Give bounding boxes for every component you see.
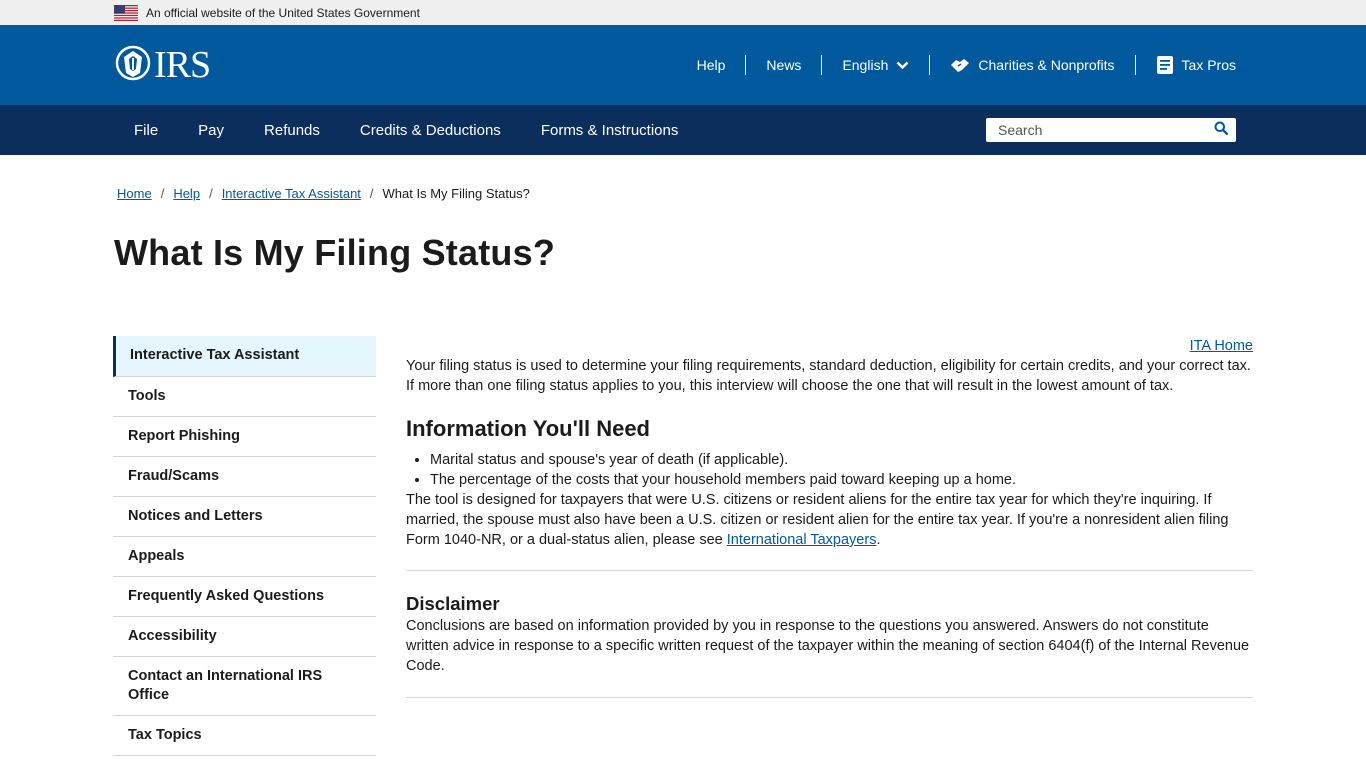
us-flag-icon	[114, 4, 138, 21]
international-taxpayers-link[interactable]: International Taxpayers	[727, 532, 877, 548]
search-input[interactable]	[998, 122, 1198, 138]
info-list: Marital status and spouse's year of deat…	[406, 450, 1253, 490]
list-item: Marital status and spouse's year of deat…	[430, 450, 1253, 470]
breadcrumb-home[interactable]: Home	[117, 186, 152, 201]
intro-paragraph: Your filing status is used to determine …	[406, 358, 1251, 394]
help-link[interactable]: Help	[677, 55, 746, 75]
divider	[406, 697, 1253, 698]
sidebar-nav: Interactive Tax Assistant Tools Report P…	[113, 336, 376, 756]
sidebar-item-tax-topics[interactable]: Tax Topics	[113, 716, 376, 756]
sidebar-item-appeals[interactable]: Appeals	[113, 537, 376, 577]
breadcrumb-current: What Is My Filing Status?	[382, 186, 530, 201]
chevron-down-icon	[896, 61, 909, 69]
tool-note-end: .	[876, 532, 881, 548]
disclaimer-heading: Disclaimer	[406, 593, 500, 614]
nav-credits-deductions[interactable]: Credits & Deductions	[340, 122, 521, 139]
breadcrumb-separator: /	[209, 186, 213, 201]
divider	[406, 570, 1253, 571]
nav-file[interactable]: File	[114, 122, 178, 139]
site-header: IRS Help News English Charities & Nonpro…	[0, 25, 1366, 105]
gov-banner: An official website of the United States…	[0, 0, 1366, 25]
sidebar-item-interactive-tax-assistant[interactable]: Interactive Tax Assistant	[113, 336, 376, 377]
breadcrumb-help[interactable]: Help	[173, 186, 200, 201]
disclaimer-text: Conclusions are based on information pro…	[406, 618, 1250, 674]
divider	[745, 55, 747, 75]
sidebar-item-contact-international[interactable]: Contact an International IRS Office	[113, 657, 376, 716]
utility-nav: Help News English Charities & Nonprofits…	[677, 55, 1236, 75]
ita-home-link[interactable]: ITA Home	[1190, 338, 1253, 354]
main-nav-items: File Pay Refunds Credits & Deductions Fo…	[114, 122, 698, 139]
charities-link[interactable]: Charities & Nonprofits	[930, 55, 1134, 75]
breadcrumb-separator: /	[369, 186, 374, 201]
document-icon	[1156, 56, 1173, 74]
info-heading: Information You'll Need	[406, 416, 650, 441]
irs-eagle-icon	[114, 45, 152, 86]
sidebar-item-faq[interactable]: Frequently Asked Questions	[113, 577, 376, 617]
language-label: English	[842, 57, 889, 73]
search-icon[interactable]	[1214, 121, 1228, 140]
irs-logo[interactable]: IRS	[114, 43, 211, 87]
main-content: ITA Home Your filing status is used to d…	[406, 336, 1253, 698]
language-selector[interactable]: English	[822, 55, 929, 75]
gov-banner-text: An official website of the United States…	[146, 5, 420, 20]
handshake-icon	[951, 59, 970, 72]
divider	[821, 55, 823, 75]
search-box	[986, 118, 1236, 142]
nav-pay[interactable]: Pay	[178, 122, 244, 139]
main-nav: File Pay Refunds Credits & Deductions Fo…	[0, 105, 1366, 155]
nav-refunds[interactable]: Refunds	[244, 122, 340, 139]
sidebar-item-accessibility[interactable]: Accessibility	[113, 617, 376, 657]
tax-pros-link[interactable]: Tax Pros	[1136, 55, 1236, 75]
logo-text: IRS	[154, 44, 211, 86]
news-link[interactable]: News	[746, 55, 821, 75]
nav-forms-instructions[interactable]: Forms & Instructions	[521, 122, 699, 139]
sidebar-item-tools[interactable]: Tools	[113, 377, 376, 417]
tool-note-paragraph: The tool is designed for taxpayers that …	[406, 490, 1253, 550]
breadcrumb-separator: /	[160, 186, 165, 201]
page-title: What Is My Filing Status?	[114, 232, 556, 273]
charities-label: Charities & Nonprofits	[978, 57, 1115, 73]
tax-pros-label: Tax Pros	[1181, 57, 1236, 73]
sidebar-item-fraud-scams[interactable]: Fraud/Scams	[113, 457, 376, 497]
sidebar-item-report-phishing[interactable]: Report Phishing	[113, 417, 376, 457]
divider	[1134, 55, 1136, 75]
ita-home-wrapper: ITA Home	[406, 336, 1253, 356]
breadcrumb: Home / Help / Interactive Tax Assistant …	[117, 186, 530, 201]
sidebar-item-notices-letters[interactable]: Notices and Letters	[113, 497, 376, 537]
list-item: The percentage of the costs that your ho…	[430, 470, 1253, 490]
divider	[929, 55, 931, 75]
breadcrumb-ita[interactable]: Interactive Tax Assistant	[222, 186, 361, 201]
